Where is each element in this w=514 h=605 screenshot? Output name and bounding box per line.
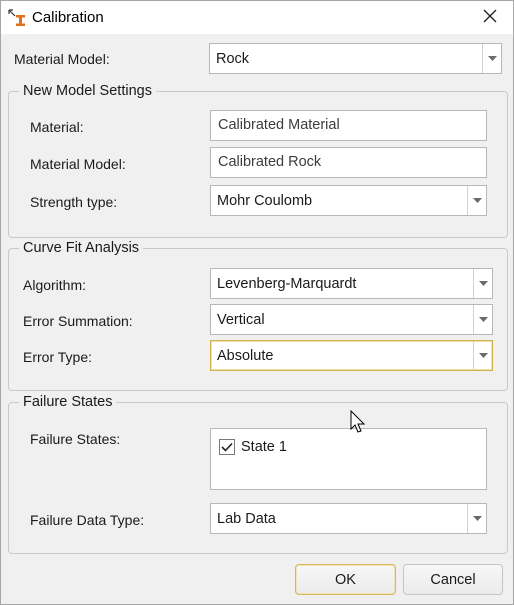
failure-data-type-label: Failure Data Type: bbox=[30, 512, 145, 528]
strength-type-label: Strength type: bbox=[30, 194, 118, 210]
error-summation-value: Vertical bbox=[217, 312, 265, 328]
failure-states-label: Failure States: bbox=[30, 431, 121, 447]
algorithm-value: Levenberg-Marquardt bbox=[217, 276, 357, 292]
strength-type-value: Mohr Coulomb bbox=[217, 193, 313, 209]
chevron-down-icon[interactable] bbox=[467, 504, 486, 533]
failure-data-type-value: Lab Data bbox=[217, 511, 276, 527]
error-summation-label: Error Summation: bbox=[23, 313, 133, 329]
material-label: Material: bbox=[30, 119, 84, 135]
calibration-app-icon bbox=[8, 9, 28, 27]
strength-type-dropdown[interactable]: Mohr Coulomb bbox=[210, 185, 487, 216]
error-type-dropdown[interactable]: Absolute bbox=[210, 340, 493, 371]
calibration-dialog: Calibration Material Model: Rock New Mod… bbox=[0, 0, 514, 605]
new-material-model-field[interactable]: Calibrated Rock bbox=[210, 147, 487, 178]
material-model-value: Rock bbox=[216, 51, 250, 67]
new-model-settings-title: New Model Settings bbox=[19, 83, 156, 99]
window-title: Calibration bbox=[32, 9, 104, 26]
material-value: Calibrated Material bbox=[218, 117, 340, 133]
chevron-down-icon[interactable] bbox=[473, 305, 492, 334]
close-icon bbox=[483, 9, 497, 26]
algorithm-dropdown[interactable]: Levenberg-Marquardt bbox=[210, 268, 493, 299]
checkmark-icon bbox=[221, 442, 233, 452]
material-model-dropdown[interactable]: Rock bbox=[209, 43, 502, 74]
chevron-down-icon[interactable] bbox=[473, 341, 492, 370]
cancel-button[interactable]: Cancel bbox=[403, 564, 503, 595]
chevron-down-icon[interactable] bbox=[467, 186, 486, 215]
mouse-cursor-icon bbox=[350, 409, 366, 437]
algorithm-label: Algorithm: bbox=[23, 277, 87, 293]
material-field[interactable]: Calibrated Material bbox=[210, 110, 487, 141]
chevron-down-icon[interactable] bbox=[482, 44, 501, 73]
new-material-model-value: Calibrated Rock bbox=[218, 154, 322, 170]
failure-states-list[interactable]: State 1 bbox=[210, 428, 487, 490]
failure-data-type-dropdown[interactable]: Lab Data bbox=[210, 503, 487, 534]
error-type-label: Error Type: bbox=[23, 349, 92, 365]
ok-button[interactable]: OK bbox=[295, 564, 396, 595]
failure-states-title: Failure States bbox=[19, 394, 117, 410]
new-material-model-label: Material Model: bbox=[30, 156, 126, 172]
list-item[interactable]: State 1 bbox=[219, 439, 287, 455]
title-bar: Calibration bbox=[1, 1, 513, 34]
error-type-value: Absolute bbox=[217, 348, 274, 364]
chevron-down-icon[interactable] bbox=[473, 269, 492, 298]
state-1-label: State 1 bbox=[241, 439, 287, 455]
error-summation-dropdown[interactable]: Vertical bbox=[210, 304, 493, 335]
state-1-checkbox[interactable] bbox=[219, 439, 235, 455]
close-button[interactable] bbox=[467, 1, 513, 34]
material-model-label: Material Model: bbox=[14, 51, 110, 67]
curve-fit-analysis-title: Curve Fit Analysis bbox=[19, 240, 144, 256]
